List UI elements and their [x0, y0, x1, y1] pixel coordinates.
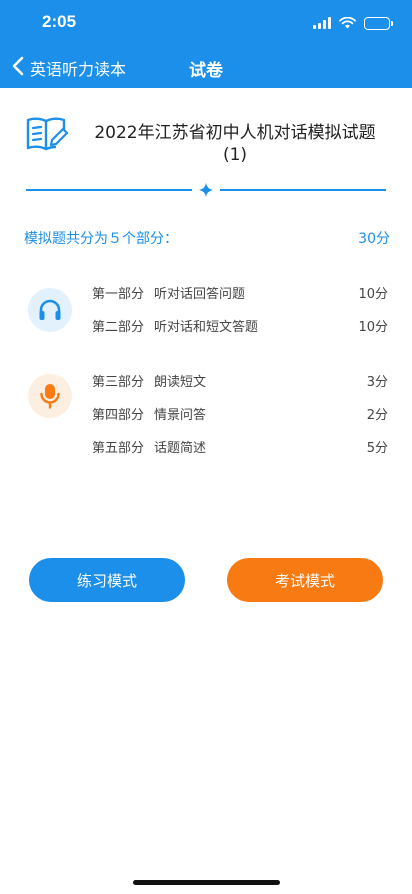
book-edit-icon: [26, 116, 69, 156]
microphone-icon: [28, 374, 72, 418]
part-name: 朗读短文: [154, 375, 207, 390]
summary-text: 模拟题共分为５个部分：: [24, 231, 178, 247]
top-bar: 2:05 英语听力读本 试卷: [0, 0, 412, 88]
part-score: 5分: [366, 441, 388, 456]
battery-icon: [364, 17, 393, 30]
practice-mode-button[interactable]: 练习模式: [29, 558, 185, 602]
divider-line-left: [26, 189, 192, 191]
page-title: 试卷: [189, 61, 223, 81]
part-score: 10分: [358, 320, 388, 335]
part-label: 第二部分: [92, 320, 145, 335]
part-name: 听对话和短文答题: [154, 320, 259, 335]
part-label: 第四部分: [92, 408, 145, 423]
paper-title-line2: (1): [222, 145, 248, 165]
exam-mode-button[interactable]: 考试模式: [227, 558, 383, 602]
part-label: 第五部分: [92, 441, 145, 456]
wifi-icon: [339, 14, 356, 33]
part-score: 10分: [358, 287, 388, 302]
part-label: 第三部分: [92, 375, 145, 390]
part-row: 第四部分 情景问答 2分: [92, 404, 388, 424]
section-divider: [26, 182, 386, 198]
status-icons: [313, 14, 393, 33]
sparkle-icon: [198, 182, 214, 202]
part-name: 话题简述: [154, 441, 207, 456]
signal-icon: [313, 14, 331, 33]
paper-title-line1: 2022年江苏省初中人机对话模拟试题: [94, 123, 376, 143]
part-row: 第二部分 听对话和短文答题 10分: [92, 316, 388, 336]
total-score: 30分: [358, 231, 390, 247]
part-score: 3分: [366, 375, 388, 390]
paper-header: 2022年江苏省初中人机对话模拟试题 (1): [0, 110, 412, 170]
status-time: 2:05: [42, 12, 77, 31]
part-name: 情景问答: [154, 408, 207, 423]
divider-line-right: [220, 189, 386, 191]
part-row: 第三部分 朗读短文 3分: [92, 371, 388, 391]
part-row: 第一部分 听对话回答问题 10分: [92, 283, 388, 303]
headphones-icon: [28, 288, 72, 332]
home-indicator[interactable]: [133, 880, 280, 885]
part-name: 听对话回答问题: [154, 287, 246, 302]
part-row: 第五部分 话题简述 5分: [92, 437, 388, 457]
part-score: 2分: [366, 408, 388, 423]
part-label: 第一部分: [92, 287, 145, 302]
paper-title: 2022年江苏省初中人机对话模拟试题 (1): [80, 122, 390, 166]
summary-row: 模拟题共分为５个部分： 30分: [24, 228, 390, 248]
